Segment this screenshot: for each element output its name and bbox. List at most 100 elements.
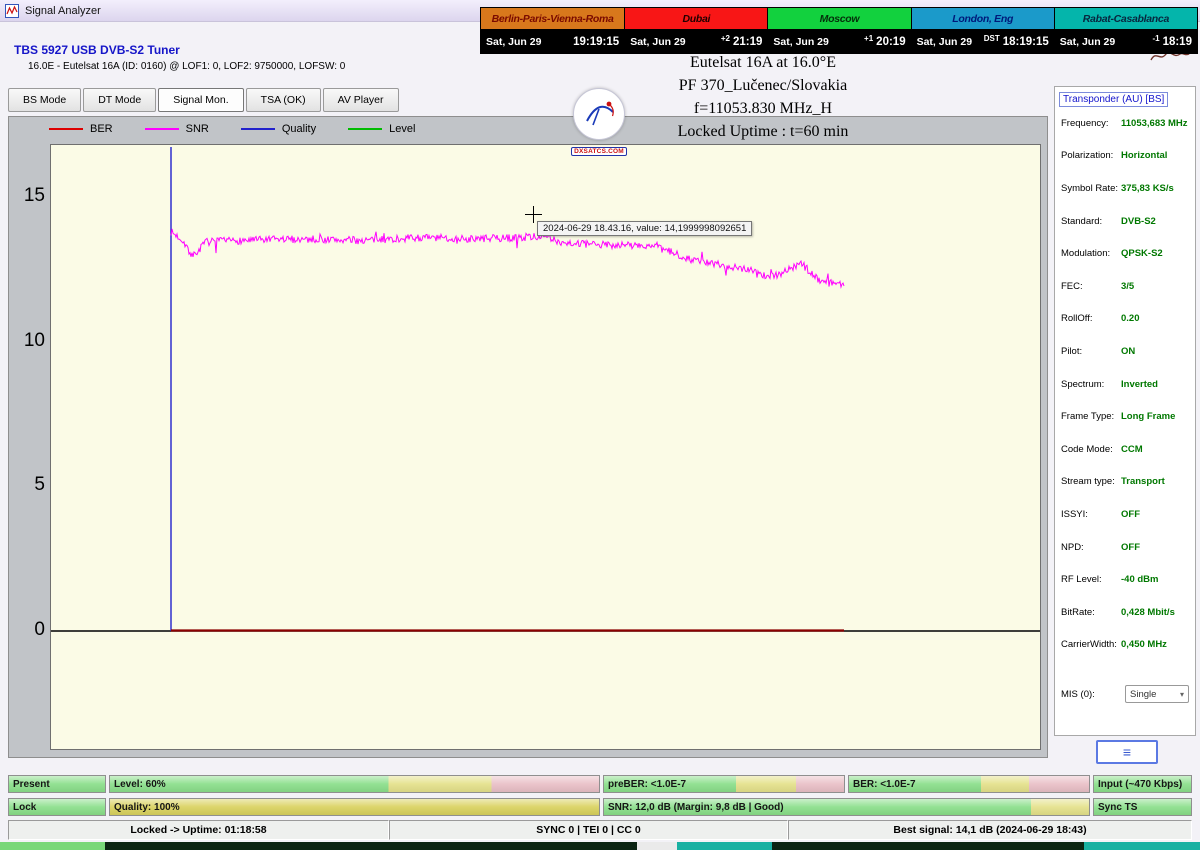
clock-time-value: 18:19:15 xyxy=(1002,35,1049,48)
transponder-value: 375,83 KS/s xyxy=(1121,182,1174,194)
chevron-down-icon: ▾ xyxy=(1179,689,1184,699)
transponder-value: QPSK-S2 xyxy=(1121,248,1163,260)
y-axis-label: 10 xyxy=(23,329,45,351)
progress-bar: Level: 60% xyxy=(109,775,600,793)
transponder-value: -40 dBm xyxy=(1121,574,1159,586)
status-bar: Locked -> Uptime: 01:18:58 SYNC 0 | TEI … xyxy=(8,820,1192,840)
status-best-signal: Best signal: 14,1 dB (2024-06-29 18:43) xyxy=(788,820,1192,840)
transponder-label: Pilot: xyxy=(1061,345,1083,357)
transponder-row: ISSYI: OFF xyxy=(1055,498,1195,531)
legend-label: SNR xyxy=(185,123,209,135)
transponder-row: Spectrum: Inverted xyxy=(1055,368,1195,401)
transponder-label: Modulation: xyxy=(1061,248,1111,260)
transponder-value: Long Frame xyxy=(1121,411,1176,423)
clock-datetime: Sat, Jun 29 +1 20:19 xyxy=(768,30,911,53)
tab-dt-mode[interactable]: DT Mode xyxy=(83,88,157,112)
progress-bar: Present xyxy=(8,775,106,793)
progress-bar: SNR: 12,0 dB (Margin: 9,8 dB | Good) xyxy=(603,798,1090,816)
clock-column-1: Dubai Sat, Jun 29 +2 21:19 xyxy=(624,8,768,53)
clock-date: Sat, Jun 29 xyxy=(773,35,829,48)
clock-column-0: Berlin-Paris-Vienna-Roma Sat, Jun 29 19:19… xyxy=(481,8,625,53)
tuner-name: TBS 5927 USB DVB-S2 Tuner xyxy=(14,43,180,57)
bars-row-1: Present Level: 60% preBER: <1.0E-7 BER: <1.… xyxy=(8,775,1192,793)
transponder-label: FEC: xyxy=(1061,280,1083,292)
progress-bar: preBER: <1.0E-7 xyxy=(603,775,845,793)
chart-legend: BER SNR Quality Level xyxy=(49,123,415,135)
occluded-window-fragment xyxy=(677,842,772,850)
transponder-value: 11053,683 MHz xyxy=(1121,117,1188,129)
clock-time-value: 20:19 xyxy=(876,35,906,48)
legend-quality: Quality xyxy=(240,123,316,135)
world-clocks: Berlin-Paris-Vienna-Roma Sat, Jun 29 19:19… xyxy=(480,7,1198,54)
crosshair-icon xyxy=(525,214,542,215)
mis-select[interactable]: Single ▾ xyxy=(1125,685,1189,703)
transponder-row: Frame Type: Long Frame xyxy=(1055,400,1195,433)
clock-column-2: Moscow Sat, Jun 29 +1 20:19 xyxy=(767,8,911,53)
transponder-label: Symbol Rate: xyxy=(1061,182,1119,194)
transponder-label: NPD: xyxy=(1061,541,1084,553)
clock-city-label: Rabat-Casablanca xyxy=(1054,8,1197,30)
transponder-label: Standard: xyxy=(1061,215,1103,227)
transponder-value: 0.20 xyxy=(1121,313,1140,325)
dxsatcs-logo: DXSATCS.COM xyxy=(570,88,628,158)
mis-selected-value: Single xyxy=(1130,688,1157,700)
legend-line-icon xyxy=(49,128,83,130)
value-tooltip: 2024-06-29 18.43.16, value: 14,199999809… xyxy=(537,221,753,236)
clock-utc-offset: +1 xyxy=(864,34,874,43)
transponder-row: Polarization: Horizontal xyxy=(1055,140,1195,173)
dxsatcs-logo-icon xyxy=(573,88,625,140)
status-uptime: Locked -> Uptime: 01:18:58 xyxy=(8,820,389,840)
occluded-window-fragment xyxy=(637,842,677,850)
progress-bar: Quality: 100% xyxy=(109,798,600,816)
tab-tsa-ok-[interactable]: TSA (OK) xyxy=(245,88,321,112)
y-axis-label: 15 xyxy=(23,185,45,207)
transponder-panel: Transponder (AU) [BS] Frequency: 11053,68… xyxy=(1054,86,1196,736)
clock-utc-offset: -1 xyxy=(1152,34,1160,43)
snr-trace xyxy=(170,228,845,289)
transponder-row: Modulation: QPSK-S2 xyxy=(1055,237,1195,270)
mode-tabs: BS Mode DT Mode Signal Mon. TSA (OK) AV Play… xyxy=(8,88,399,112)
mis-label: MIS (0): xyxy=(1061,688,1095,700)
transponder-row: Stream type: Transport xyxy=(1055,466,1195,499)
transponder-row: Code Mode: CCM xyxy=(1055,433,1195,466)
clock-city-label: London, Eng xyxy=(911,8,1054,30)
clock-city-label: Berlin-Paris-Vienna-Roma xyxy=(481,8,625,30)
signal-chart: BER SNR Quality Level 15 10 5 0 xyxy=(8,116,1048,758)
progress-bar: Input (~470 Kbps) xyxy=(1093,775,1192,793)
transponder-label: Spectrum: xyxy=(1061,378,1105,390)
progress-bar: BER: <1.0E-7 xyxy=(848,775,1090,793)
clock-city-label: Dubai xyxy=(625,8,768,30)
tab-av-player[interactable]: AV Player xyxy=(322,88,399,112)
clock-utc-offset: +2 xyxy=(720,34,730,43)
transponder-label: CarrierWidth: xyxy=(1061,639,1117,651)
transponder-value: 3/5 xyxy=(1121,280,1135,292)
clock-date: Sat, Jun 29 xyxy=(916,35,973,48)
transponder-value: DVB-S2 xyxy=(1121,215,1156,227)
clock-date: Sat, Jun 29 xyxy=(1059,35,1116,48)
transponder-row: Symbol Rate: 375,83 KS/s xyxy=(1055,172,1195,205)
transponder-row: BitRate: 0,428 Mbit/s xyxy=(1055,596,1195,629)
dxsatcs-caption: DXSATCS.COM xyxy=(571,147,627,156)
legend-label: Level xyxy=(389,123,416,135)
occluded-window-fragment xyxy=(1084,842,1200,850)
tab-bs-mode[interactable]: BS Mode xyxy=(8,88,82,112)
clock-column-4: Rabat-Casablanca Sat, Jun 29 -1 18:19 xyxy=(1053,8,1197,53)
background-windows-strip xyxy=(0,842,1200,850)
transponder-value: OFF xyxy=(1121,541,1140,553)
y-axis-label: 5 xyxy=(34,474,45,496)
clock-utc-offset: DST xyxy=(983,34,1000,43)
transponder-value: CCM xyxy=(1121,443,1143,455)
legend-line-icon xyxy=(240,128,275,130)
clock-date: Sat, Jun 29 xyxy=(630,35,686,48)
occluded-window-fragment xyxy=(0,842,105,850)
transponder-label: Frame Type: xyxy=(1061,411,1115,423)
clock-time-value: 19:19:15 xyxy=(573,35,620,48)
tuner-config: 16.0E - Eutelsat 16A (ID: 0160) @ LOF1: … xyxy=(28,61,346,72)
panel-menu-button[interactable]: ≡ xyxy=(1096,740,1158,764)
tab-signal-mon-[interactable]: Signal Mon. xyxy=(158,88,244,112)
transponder-value: 0,428 Mbit/s xyxy=(1121,606,1175,618)
transponder-value: Inverted xyxy=(1121,378,1158,390)
progress-bar: Sync TS xyxy=(1093,798,1192,816)
clock-time-value: 21:19 xyxy=(732,35,763,48)
transponder-value: ON xyxy=(1121,345,1136,357)
